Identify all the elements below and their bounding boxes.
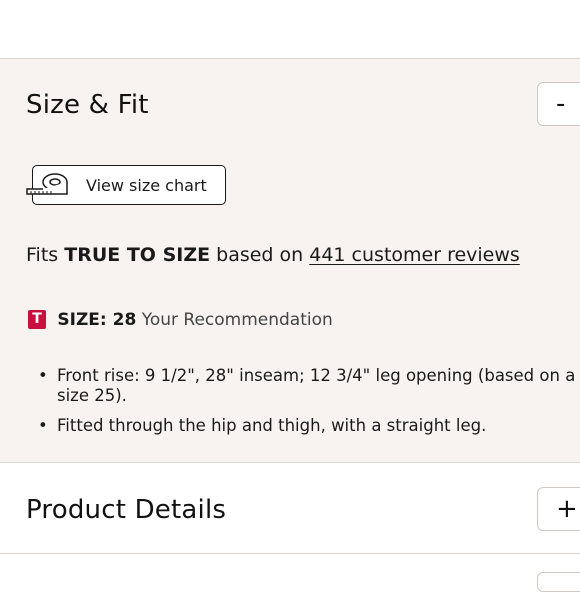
fit-prefix: Fits	[26, 244, 59, 266]
product-details-heading: Product Details	[26, 495, 227, 525]
fit-details-list: Front rise: 9 1/2", 28" inseam; 12 3/4" …	[38, 366, 578, 446]
next-section-toggle-button[interactable]	[537, 572, 580, 592]
bullet-text: Front rise: 9 1/2", 28" inseam; 12 3/4" …	[57, 366, 576, 405]
section-divider	[0, 462, 580, 463]
top-blank-area	[0, 0, 580, 58]
recommendation-label: Your Recommendation	[141, 310, 333, 330]
bullet-text: Fitted through the hip and thigh, with a…	[57, 416, 487, 435]
fit-summary: Fits TRUE TO SIZE based on 441 customer …	[26, 244, 520, 266]
size-recommendation: T SIZE: 28 Your Recommendation	[28, 310, 333, 330]
brand-t-badge-icon: T	[28, 310, 46, 329]
fit-middle: based on	[216, 244, 304, 266]
list-item: Front rise: 9 1/2", 28" inseam; 12 3/4" …	[38, 366, 578, 406]
view-size-chart-button[interactable]: View size chart	[26, 165, 226, 205]
product-details-expand-button[interactable]: +	[537, 487, 580, 531]
list-item: Fitted through the hip and thigh, with a…	[38, 416, 578, 436]
fit-emphasis: TRUE TO SIZE	[64, 244, 211, 266]
view-size-chart-label: View size chart	[86, 176, 207, 195]
customer-reviews-link[interactable]: 441 customer reviews	[309, 244, 520, 266]
measuring-tape-icon	[25, 172, 75, 204]
size-fit-heading: Size & Fit	[26, 90, 149, 120]
section-divider	[0, 553, 580, 554]
recommended-size: SIZE: 28	[57, 310, 137, 330]
size-fit-collapse-button[interactable]: -	[537, 82, 580, 126]
